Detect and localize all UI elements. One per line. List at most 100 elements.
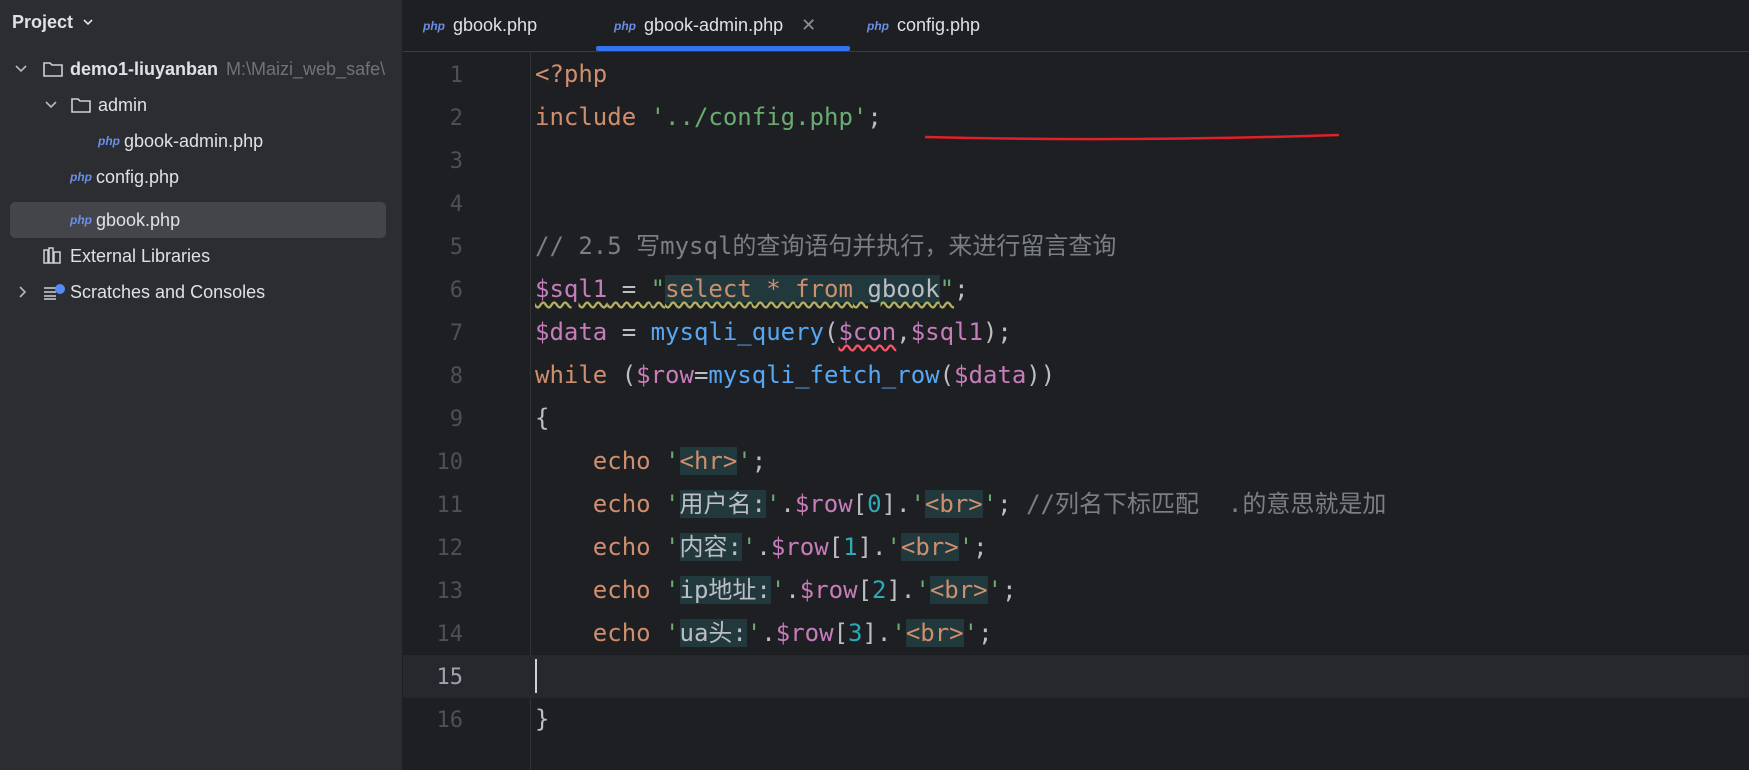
- code-line-10[interactable]: 10 echo '<hr>';: [403, 440, 1749, 483]
- code-line-6[interactable]: 6 $sql1 = "select * from gbook";: [403, 268, 1749, 311]
- variable: $row: [794, 490, 853, 518]
- editor-tab-bar: php gbook.php php gbook-admin.php ✕ php …: [403, 0, 1749, 52]
- tree-item-label: External Libraries: [70, 245, 211, 266]
- code-line-15[interactable]: 15: [403, 655, 1749, 698]
- html-tag: <br>: [900, 533, 959, 561]
- library-icon: [43, 247, 61, 264]
- punctuation: ;: [954, 275, 969, 303]
- line-number: 3: [449, 149, 463, 174]
- variable: $data: [535, 318, 608, 346]
- operator: .: [876, 619, 892, 647]
- keyword: echo: [592, 619, 651, 647]
- string-quote: ': [891, 619, 906, 647]
- string-quote: ': [665, 490, 680, 518]
- operator: .: [900, 576, 916, 604]
- operator: .: [780, 490, 795, 518]
- line-number: 4: [449, 192, 463, 217]
- punctuation: ;: [867, 103, 882, 131]
- html-tag: <br>: [929, 576, 988, 604]
- line-number: 15: [436, 665, 464, 690]
- punctuation: ;: [978, 619, 993, 647]
- code-line-9[interactable]: 9 {: [403, 397, 1749, 440]
- chevron-down-icon[interactable]: [44, 98, 58, 112]
- keyword: include: [535, 103, 637, 131]
- active-tab-indicator: [596, 46, 850, 51]
- code-line-3[interactable]: 3: [403, 139, 1749, 182]
- tree-item-scratches-and-consoles[interactable]: Scratches and Consoles: [10, 274, 386, 310]
- variable: $row: [775, 619, 834, 647]
- code-line-8[interactable]: 8 while ($row=mysqli_fetch_row($data)): [403, 354, 1749, 397]
- string-text: 内容:: [679, 533, 742, 561]
- string-quote: ': [987, 576, 1003, 604]
- folder-icon: [71, 98, 91, 113]
- string-quote: ': [886, 533, 901, 561]
- php-file-icon: php: [867, 18, 889, 33]
- sql-star: *: [751, 275, 796, 303]
- tree-item-path: M:\Maizi_web_safe\: [226, 58, 386, 79]
- php-file-icon: php: [98, 134, 120, 148]
- tree-item-external-libraries[interactable]: External Libraries: [10, 238, 386, 274]
- string-quote: ': [770, 576, 786, 604]
- string-quote: ': [665, 533, 680, 561]
- code-line-4[interactable]: 4: [403, 182, 1749, 225]
- php-file-icon: php: [614, 18, 636, 33]
- php-open-tag: <?php: [535, 60, 608, 88]
- string-quote: ': [963, 619, 979, 647]
- close-icon[interactable]: ✕: [801, 15, 816, 36]
- string-quote: ': [665, 619, 680, 647]
- punctuation: ;: [751, 447, 767, 475]
- operator: .: [756, 533, 771, 561]
- string-quote: ': [958, 533, 974, 561]
- tab-config-php[interactable]: php config.php: [867, 0, 980, 51]
- tree-item-config-php[interactable]: php config.php: [10, 159, 386, 195]
- code-line-14[interactable]: 14 echo 'ua头:'.$row[3].'<br>';: [403, 612, 1749, 655]
- tree-item-gbook-php[interactable]: php gbook.php: [10, 202, 386, 238]
- tab-label: gbook.php: [453, 15, 538, 35]
- project-view-selector[interactable]: Project: [12, 10, 95, 34]
- code-editor[interactable]: php gbook.php php gbook-admin.php ✕ php …: [403, 0, 1749, 770]
- variable: $row: [799, 576, 858, 604]
- tab-gbook-php[interactable]: php gbook.php: [423, 0, 537, 51]
- keyword: echo: [592, 447, 651, 475]
- project-title: Project: [12, 11, 74, 32]
- operator: .: [872, 533, 887, 561]
- string-quote: ': [915, 576, 930, 604]
- tab-label: gbook-admin.php: [644, 15, 784, 35]
- tree-item-gbook-admin-php[interactable]: php gbook-admin.php: [10, 123, 386, 159]
- code-line-13[interactable]: 13 echo 'ip地址:'.$row[2].'<br>';: [403, 569, 1749, 612]
- string-quote: ': [737, 447, 752, 475]
- html-tag: <hr>: [679, 447, 738, 475]
- tree-item-demo1-liuyanban[interactable]: demo1-liuyanban M:\Maizi_web_safe\: [10, 51, 386, 87]
- string-literal: '../config.php': [650, 103, 868, 131]
- string-text: 用户名:: [679, 490, 766, 518]
- string-quote: ': [665, 447, 680, 475]
- line-number: 5: [449, 235, 463, 260]
- line-number: 13: [436, 579, 464, 604]
- number: 1: [843, 533, 858, 561]
- sql-keyword: from: [795, 275, 853, 303]
- line-number: 9: [449, 407, 463, 432]
- code-line-16[interactable]: 16 }: [403, 698, 1749, 741]
- string-text: ua头:: [679, 619, 747, 647]
- code-line-1[interactable]: 1 <?php: [403, 53, 1749, 96]
- code-line-11[interactable]: 11 echo '用户名:'.$row[0].'<br>'; //列名下标匹配 …: [403, 483, 1749, 526]
- number: 2: [872, 576, 887, 604]
- string-quote: ': [982, 490, 998, 518]
- chevron-right-icon[interactable]: [16, 285, 30, 299]
- keyword: echo: [592, 576, 651, 604]
- code-line-5[interactable]: 5 // 2.5 写mysql的查询语句并执行，来进行留言查询: [403, 225, 1749, 268]
- folder-icon: [43, 62, 63, 77]
- variable: $sql1: [535, 275, 608, 303]
- tab-gbook-admin-php[interactable]: php gbook-admin.php ✕: [614, 0, 816, 51]
- tree-item-admin[interactable]: admin: [10, 87, 386, 123]
- code-line-7[interactable]: 7 $data = mysqli_query($con,$sql1);: [403, 311, 1749, 354]
- variable: $row: [770, 533, 829, 561]
- brace: }: [535, 705, 550, 733]
- line-number: 14: [436, 622, 464, 647]
- punctuation: (: [939, 361, 955, 389]
- project-sidebar: Project demo1-liuyanban M:\Maizi_web_saf…: [0, 0, 403, 770]
- punctuation: ;: [997, 490, 1012, 518]
- php-file-icon: php: [423, 18, 445, 33]
- chevron-down-icon[interactable]: [14, 62, 28, 76]
- code-line-12[interactable]: 12 echo '内容:'.$row[1].'<br>';: [403, 526, 1749, 569]
